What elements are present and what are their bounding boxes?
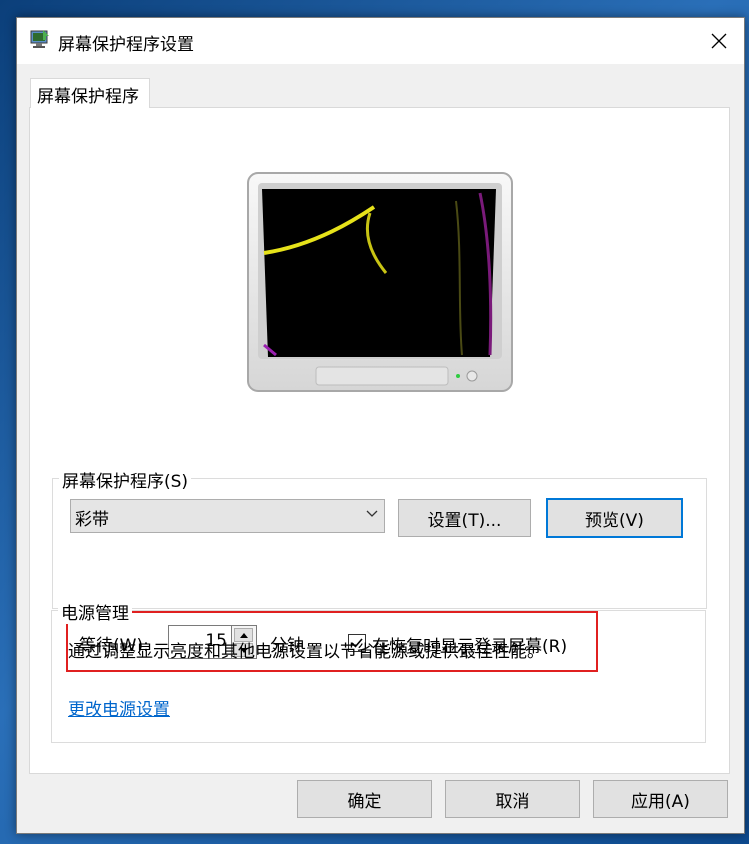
power-group-label: 电源管理 [58, 599, 132, 624]
apply-button[interactable]: 应用(A) [593, 780, 728, 818]
screensaver-select-value: 彩带 [75, 510, 109, 530]
screensaver-group: 屏幕保护程序(S) 彩带 设置(T)... 预览(V) [52, 467, 707, 609]
settings-button-label: 设置(T)... [427, 510, 502, 531]
cancel-button[interactable]: 取消 [445, 780, 580, 818]
change-power-settings-link[interactable]: 更改电源设置 [68, 695, 170, 720]
power-description: 通过调整显示亮度和其他电源设置以节省能源或提供最佳性能。 [68, 642, 544, 662]
screensaver-group-label: 屏幕保护程序(S) [59, 467, 192, 492]
screensaver-settings-icon [30, 30, 49, 48]
tab-screensaver[interactable]: 屏幕保护程序 [30, 78, 150, 108]
preview-button-label: 预览(V) [585, 510, 644, 531]
close-button[interactable] [694, 18, 744, 64]
screensaver-select[interactable]: 彩带 [70, 499, 385, 533]
tab-label: 屏幕保护程序 [37, 87, 139, 107]
apply-button-label: 应用(A) [631, 791, 690, 812]
close-icon [711, 33, 727, 49]
chevron-down-icon [366, 510, 378, 517]
power-management-box: 电源管理 通过调整显示亮度和其他电源设置以节省能源或提供最佳性能。 更改电源设置 [51, 599, 706, 743]
screensaver-settings-dialog: 屏幕保护程序设置 屏幕保护程序 屏幕保护程序(S) 彩带 设置(T)... 预览… [16, 17, 745, 834]
title-bar: 屏幕保护程序设置 [17, 18, 744, 64]
ok-button[interactable]: 确定 [297, 780, 432, 818]
cancel-button-label: 取消 [495, 791, 530, 812]
ok-button-label: 确定 [347, 791, 382, 812]
settings-button[interactable]: 设置(T)... [398, 499, 531, 537]
monitor-preview-image [247, 172, 513, 392]
window-title: 屏幕保护程序设置 [58, 35, 194, 55]
preview-button[interactable]: 预览(V) [546, 498, 683, 538]
